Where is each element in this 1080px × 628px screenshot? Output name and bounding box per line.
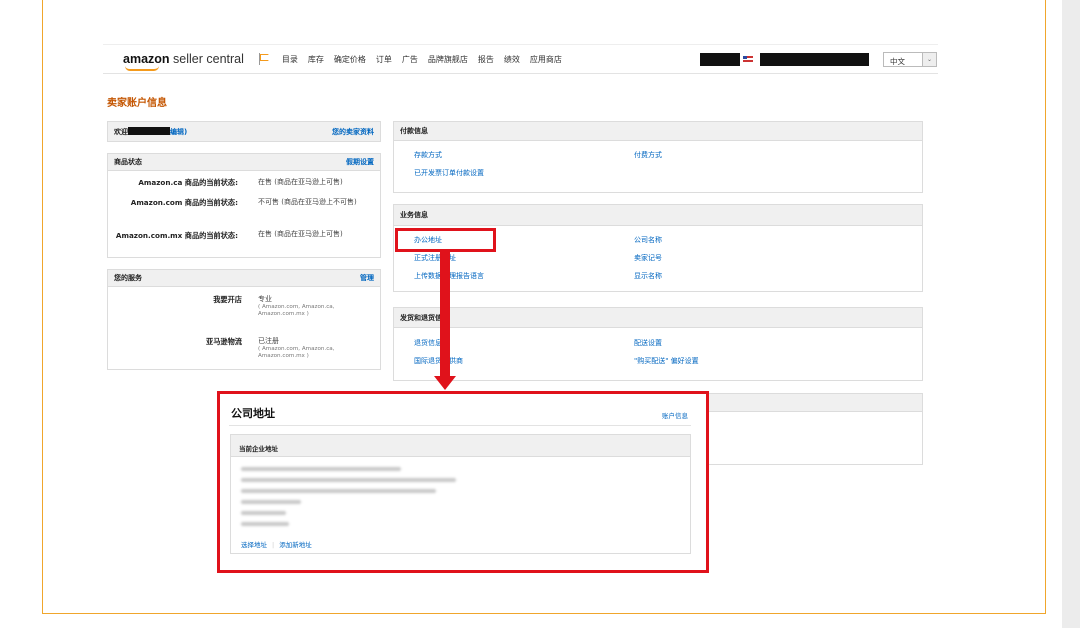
- service-status-fba: 已注册: [258, 337, 279, 345]
- status-label-mx: Amazon.com.mx 商品的当前状态:: [115, 231, 238, 240]
- seller-profile-link[interactable]: 您的卖家资料: [332, 127, 374, 137]
- logo-brand: amazon: [123, 52, 170, 66]
- page-title: 卖家账户信息: [107, 98, 167, 109]
- welcome-panel: 欢迎 编辑) 您的卖家资料: [107, 121, 381, 142]
- amazon-smile-icon: [125, 66, 159, 71]
- nav-link[interactable]: 应用商店: [530, 54, 562, 65]
- add-address-link[interactable]: 添加新地址: [279, 541, 312, 549]
- redacted-account-name: [700, 53, 740, 66]
- popup-title: 公司地址: [231, 407, 275, 420]
- company-name-link[interactable]: 公司名称: [634, 235, 662, 245]
- blurred-address-line: [241, 522, 289, 526]
- nav-link[interactable]: 品牌旗舰店: [428, 54, 468, 65]
- service-value-fba: 已注册 ( Amazon.com, Amazon.ca, Amazon.com.…: [258, 336, 376, 360]
- blurred-address-line: [241, 478, 456, 482]
- service-label-selling: 我要开店: [213, 295, 242, 304]
- nav-link[interactable]: 库存: [308, 54, 324, 65]
- company-address-popup: 公司地址 账户信息 当前企业地址 选择地址 | 添加新地址: [217, 391, 709, 573]
- business-info-title: 业务信息: [400, 211, 428, 219]
- blurred-address-line: [241, 467, 401, 471]
- link-separator: |: [272, 541, 275, 549]
- chevron-down-icon[interactable]: ⌄: [923, 52, 937, 67]
- services-title: 您的服务: [114, 274, 142, 282]
- main-menu: 目录 库存 确定价格 订单 广告 品牌旗舰店 报告 绩效 应用商店: [282, 54, 572, 65]
- seller-central-logo[interactable]: amazon seller central: [123, 52, 244, 71]
- right-scrollbar[interactable]: [1062, 0, 1080, 628]
- status-label-com: Amazon.com 商品的当前状态:: [130, 198, 238, 207]
- choose-address-link[interactable]: 选择地址: [241, 541, 267, 549]
- account-info-link[interactable]: 账户信息: [662, 410, 688, 420]
- manage-services-link[interactable]: 管理: [360, 273, 374, 283]
- business-info-header: 业务信息: [394, 205, 922, 226]
- popup-divider: [229, 425, 691, 426]
- payment-info-header: 付款信息: [394, 122, 922, 141]
- blurred-address-line: [241, 500, 301, 504]
- status-value-com: 不可售 (商品在亚马逊上不可售): [258, 198, 357, 206]
- services-header: 您的服务 管理: [108, 270, 380, 287]
- intl-returns-provider-link[interactable]: 国际退货提供商: [414, 356, 463, 366]
- nav-link[interactable]: 广告: [402, 54, 418, 65]
- nav-link[interactable]: 绩效: [504, 54, 520, 65]
- service-markets-selling: ( Amazon.com, Amazon.ca, Amazon.com.mx ): [258, 304, 335, 317]
- service-markets-fba: ( Amazon.com, Amazon.ca, Amazon.com.mx ): [258, 346, 335, 359]
- blurred-address-line: [241, 489, 436, 493]
- invoiced-order-payment-link[interactable]: 已开发票订单付款设置: [414, 168, 484, 178]
- listing-status-panel: 商品状态 假期设置 Amazon.ca 商品的当前状态: 在售 (商品在亚马逊上…: [107, 153, 381, 258]
- nav-link[interactable]: 目录: [282, 54, 298, 65]
- language-select[interactable]: 中文: [883, 52, 923, 67]
- office-address-highlight: [395, 228, 496, 252]
- status-value-mx: 在售 (商品在亚马逊上可售): [258, 230, 343, 238]
- services-panel: 您的服务 管理 我要开店 专业 ( Amazon.com, Amazon.ca,…: [107, 269, 381, 370]
- nav-link[interactable]: 订单: [376, 54, 392, 65]
- callout-arrow: [440, 250, 450, 380]
- flag-icon[interactable]: [258, 53, 270, 65]
- blurred-address-line: [241, 511, 286, 515]
- listing-status-title: 商品状态: [114, 158, 142, 166]
- display-name-link[interactable]: 显示名称: [634, 271, 662, 281]
- edit-name-link[interactable]: 编辑): [170, 128, 187, 136]
- shipping-returns-panel: 发货和退货信息 退货信息 国际退货提供商 配送设置 "购买配送" 偏好设置: [393, 307, 923, 381]
- status-value-ca: 在售 (商品在亚马逊上可售): [258, 178, 343, 186]
- return-info-link[interactable]: 退货信息: [414, 338, 442, 348]
- current-address-header: 当前企业地址: [231, 435, 690, 457]
- buy-shipping-preferences-link[interactable]: "购买配送" 偏好设置: [634, 356, 699, 366]
- logo-product: seller central: [169, 52, 244, 66]
- payment-info-panel: 付款信息 存款方式 已开发票订单付款设置 付费方式: [393, 121, 923, 193]
- address-actions: 选择地址 | 添加新地址: [241, 539, 312, 549]
- arrow-down-icon: [434, 376, 456, 390]
- shipping-settings-link[interactable]: 配送设置: [634, 338, 662, 348]
- nav-link[interactable]: 报告: [478, 54, 494, 65]
- service-status-selling: 专业: [258, 295, 272, 303]
- us-flag-icon: [743, 56, 753, 62]
- service-label-fba: 亚马逊物流: [206, 337, 242, 346]
- deposit-methods-link[interactable]: 存款方式: [414, 150, 442, 160]
- redacted-user-name: [128, 126, 170, 135]
- welcome-header: 欢迎 编辑) 您的卖家资料: [108, 122, 380, 141]
- seller-token-link[interactable]: 卖家记号: [634, 253, 662, 263]
- shipping-returns-header: 发货和退货信息: [394, 308, 922, 328]
- welcome-greeting: 欢迎: [114, 127, 128, 136]
- nav-link[interactable]: 确定价格: [334, 54, 366, 65]
- current-address-box: 当前企业地址 选择地址 | 添加新地址: [230, 434, 691, 554]
- listing-status-header: 商品状态 假期设置: [108, 154, 380, 171]
- vacation-settings-link[interactable]: 假期设置: [346, 157, 374, 167]
- payment-info-title: 付款信息: [400, 127, 428, 135]
- welcome-text: 欢迎 编辑): [114, 126, 187, 137]
- status-label-ca: Amazon.ca 商品的当前状态:: [138, 178, 238, 187]
- service-value-selling: 专业 ( Amazon.com, Amazon.ca, Amazon.com.m…: [258, 294, 376, 318]
- charge-methods-link[interactable]: 付费方式: [634, 150, 662, 160]
- redacted-marketplace-selector[interactable]: [760, 53, 869, 66]
